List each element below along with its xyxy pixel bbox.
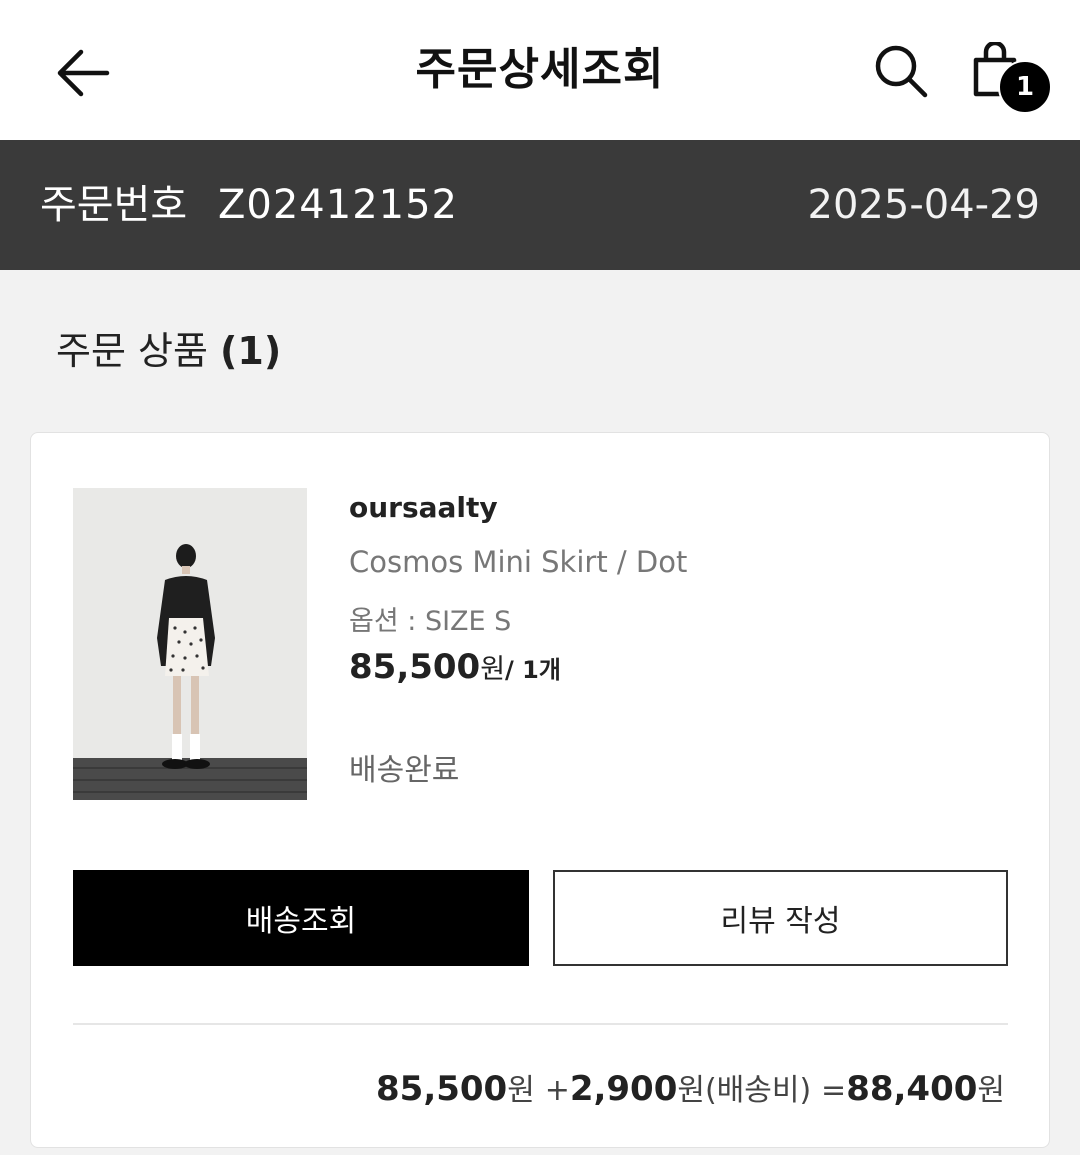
product-option: 옵션 : SIZE S <box>349 606 512 637</box>
order-total-summary: 85,500원 +2,900원(배송비) =88,400원 <box>376 1065 1005 1109</box>
back-button[interactable] <box>50 40 116 106</box>
section-title-text: 주문 상품 <box>56 329 208 373</box>
search-icon <box>875 45 928 98</box>
product-name[interactable]: Cosmos Mini Skirt / Dot <box>349 545 687 579</box>
product-image[interactable] <box>73 488 307 800</box>
section-item-count: (1) <box>220 329 282 373</box>
search-button[interactable] <box>868 38 934 104</box>
grand-total: 88,400 <box>846 1069 978 1109</box>
order-date: 2025-04-29 <box>807 182 1040 228</box>
price-currency: 원 <box>480 654 506 685</box>
plus-sign: + <box>544 1073 570 1108</box>
item-total-unit: 원 <box>507 1073 535 1108</box>
cart-count-badge: 1 <box>998 60 1052 114</box>
equals-sign: = <box>821 1073 847 1108</box>
product-quantity: / 1개 <box>505 656 561 684</box>
order-info-bar: 주문번호 Z02412152 2025-04-29 <box>0 140 1080 270</box>
shipping-fee: 2,900 <box>569 1069 678 1109</box>
delivery-status: 배송완료 <box>349 753 460 788</box>
grand-total-unit: 원 <box>977 1073 1005 1108</box>
item-total: 85,500 <box>376 1069 508 1109</box>
product-brand[interactable]: oursaalty <box>349 491 498 524</box>
cart-button[interactable]: 1 <box>962 34 1052 114</box>
section-title: 주문 상품 (1) <box>56 320 281 375</box>
order-number-label: 주문번호 <box>40 182 188 228</box>
product-price-row: 85,500원/ 1개 <box>349 647 561 687</box>
divider <box>73 1023 1008 1025</box>
order-number: Z02412152 <box>218 182 458 228</box>
top-app-bar: 주문상세조회 1 <box>0 0 1080 140</box>
product-price: 85,500 <box>349 647 481 687</box>
order-item-card: oursaalty Cosmos Mini Skirt / Dot 옵션 : S… <box>30 432 1050 1148</box>
arrow-left-icon <box>57 49 110 97</box>
write-review-button[interactable]: 리뷰 작성 <box>553 870 1008 966</box>
shipping-fee-unit: 원(배송비) <box>677 1073 812 1108</box>
product-photo <box>73 488 307 800</box>
track-delivery-button[interactable]: 배송조회 <box>73 870 529 966</box>
